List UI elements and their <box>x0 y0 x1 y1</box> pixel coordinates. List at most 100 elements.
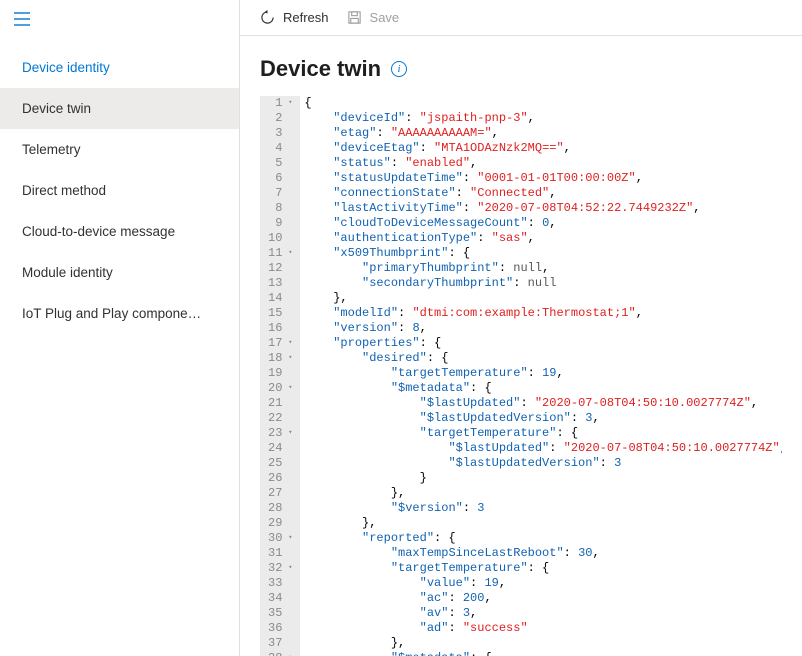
code-line: } <box>304 471 782 486</box>
line-number: 5 <box>268 156 290 171</box>
line-number: 10 <box>268 231 290 246</box>
code-line: "$lastUpdatedVersion": 3, <box>304 411 782 426</box>
code-line: "lastActivityTime": "2020-07-08T04:52:22… <box>304 201 782 216</box>
code-line: "modelId": "dtmi:com:example:Thermostat;… <box>304 306 782 321</box>
code-line: "ac": 200, <box>304 591 782 606</box>
code-line: "x509Thumbprint": { <box>304 246 782 261</box>
line-number: 34 <box>268 591 290 606</box>
line-number: 7 <box>268 186 290 201</box>
save-label: Save <box>370 10 400 25</box>
code-line: "$lastUpdated": "2020-07-08T04:50:10.002… <box>304 396 782 411</box>
sidebar: Device identityDevice twinTelemetryDirec… <box>0 0 240 656</box>
line-number: 30 <box>268 531 290 546</box>
info-icon[interactable]: i <box>391 61 407 77</box>
line-number: 18 <box>268 351 290 366</box>
line-number: 25 <box>268 456 290 471</box>
line-number: 13 <box>268 276 290 291</box>
line-number: 37 <box>268 636 290 651</box>
line-number: 11 <box>268 246 290 261</box>
code-line: "statusUpdateTime": "0001-01-01T00:00:00… <box>304 171 782 186</box>
line-number: 32 <box>268 561 290 576</box>
code-line: "etag": "AAAAAAAAAAM=", <box>304 126 782 141</box>
code-line: "version": 8, <box>304 321 782 336</box>
refresh-label: Refresh <box>283 10 329 25</box>
code-line: "deviceId": "jspaith-pnp-3", <box>304 111 782 126</box>
line-number: 23 <box>268 426 290 441</box>
code-line: "authenticationType": "sas", <box>304 231 782 246</box>
line-number: 19 <box>268 366 290 381</box>
line-number: 33 <box>268 576 290 591</box>
toolbar: Refresh Save <box>240 0 802 36</box>
code-line: "reported": { <box>304 531 782 546</box>
sidebar-item-2[interactable]: Telemetry <box>0 129 239 170</box>
line-number: 1 <box>268 96 290 111</box>
code-line: "value": 19, <box>304 576 782 591</box>
page-header: Device twin i <box>240 36 802 96</box>
sidebar-item-4[interactable]: Cloud-to-device message <box>0 211 239 252</box>
sidebar-item-5[interactable]: Module identity <box>0 252 239 293</box>
hamburger-icon <box>14 12 30 26</box>
code-line: }, <box>304 516 782 531</box>
code-line: "connectionState": "Connected", <box>304 186 782 201</box>
line-number: 3 <box>268 126 290 141</box>
sidebar-item-1[interactable]: Device twin <box>0 88 239 129</box>
code-line: { <box>304 96 782 111</box>
code-line: "$metadata": { <box>304 651 782 656</box>
save-icon <box>347 10 362 25</box>
code-line: "desired": { <box>304 351 782 366</box>
line-number: 29 <box>268 516 290 531</box>
code-line: "$lastUpdatedVersion": 3 <box>304 456 782 471</box>
line-number: 35 <box>268 606 290 621</box>
code-line: }, <box>304 636 782 651</box>
app-root: Device identityDevice twinTelemetryDirec… <box>0 0 802 656</box>
line-number: 12 <box>268 261 290 276</box>
menu-toggle[interactable] <box>0 0 239 41</box>
line-number: 22 <box>268 411 290 426</box>
line-number: 8 <box>268 201 290 216</box>
code-line: "primaryThumbprint": null, <box>304 261 782 276</box>
line-number: 24 <box>268 441 290 456</box>
line-number: 16 <box>268 321 290 336</box>
code-line: "$version": 3 <box>304 501 782 516</box>
code-content[interactable]: { "deviceId": "jspaith-pnp-3", "etag": "… <box>300 96 782 656</box>
main-panel: Refresh Save Device twin i 1234567891011… <box>240 0 802 656</box>
line-number: 2 <box>268 111 290 126</box>
code-line: "ad": "success" <box>304 621 782 636</box>
code-line: "deviceEtag": "MTA1ODAzNzk2MQ==", <box>304 141 782 156</box>
line-number: 17 <box>268 336 290 351</box>
line-number: 20 <box>268 381 290 396</box>
code-line: "$metadata": { <box>304 381 782 396</box>
code-line: "targetTemperature": 19, <box>304 366 782 381</box>
line-number: 26 <box>268 471 290 486</box>
sidebar-item-6[interactable]: IoT Plug and Play compone… <box>0 293 239 334</box>
code-line: "$lastUpdated": "2020-07-08T04:50:10.002… <box>304 441 782 456</box>
line-number: 14 <box>268 291 290 306</box>
code-line: "targetTemperature": { <box>304 426 782 441</box>
code-line: "cloudToDeviceMessageCount": 0, <box>304 216 782 231</box>
line-number: 27 <box>268 486 290 501</box>
line-number: 38 <box>268 651 290 656</box>
line-number: 31 <box>268 546 290 561</box>
code-line: }, <box>304 486 782 501</box>
code-line: "targetTemperature": { <box>304 561 782 576</box>
code-line: "av": 3, <box>304 606 782 621</box>
code-line: "properties": { <box>304 336 782 351</box>
line-number: 4 <box>268 141 290 156</box>
refresh-icon <box>260 10 275 25</box>
code-editor[interactable]: 1234567891011121314151617181920212223242… <box>260 96 782 656</box>
page-title: Device twin <box>260 56 381 82</box>
line-gutter: 1234567891011121314151617181920212223242… <box>260 96 300 656</box>
line-number: 28 <box>268 501 290 516</box>
save-button: Save <box>347 10 400 25</box>
code-line: "status": "enabled", <box>304 156 782 171</box>
sidebar-item-3[interactable]: Direct method <box>0 170 239 211</box>
line-number: 9 <box>268 216 290 231</box>
code-line: "maxTempSinceLastReboot": 30, <box>304 546 782 561</box>
nav-list: Device identityDevice twinTelemetryDirec… <box>0 47 239 334</box>
line-number: 36 <box>268 621 290 636</box>
sidebar-item-0[interactable]: Device identity <box>0 47 239 88</box>
code-line: "secondaryThumbprint": null <box>304 276 782 291</box>
refresh-button[interactable]: Refresh <box>260 10 329 25</box>
code-line: }, <box>304 291 782 306</box>
line-number: 21 <box>268 396 290 411</box>
